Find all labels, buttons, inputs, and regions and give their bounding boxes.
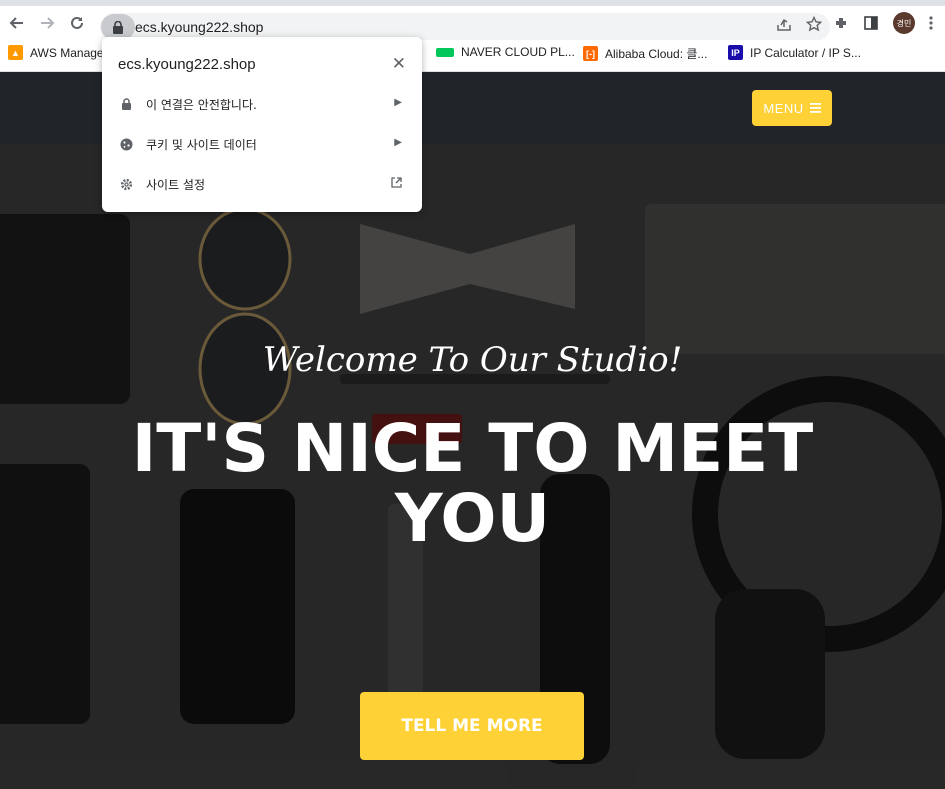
profile-avatar[interactable]: 경민	[893, 12, 915, 34]
kebab-menu-icon[interactable]	[929, 15, 933, 31]
reload-button[interactable]	[62, 8, 92, 38]
tell-me-more-button[interactable]: TELL ME MORE	[360, 692, 584, 760]
bookmark-label: AWS Manage	[30, 45, 104, 60]
share-icon[interactable]	[776, 16, 792, 32]
cookies-label: 쿠키 및 사이트 데이터	[146, 137, 257, 152]
external-link-icon	[391, 177, 402, 191]
connection-secure-row[interactable]: 이 연결은 안전합니다. ▶	[102, 84, 422, 124]
chevron-right-icon: ▶	[394, 97, 402, 108]
chevron-right-icon: ▶	[394, 137, 402, 148]
menu-button[interactable]: MENU	[752, 90, 832, 126]
popup-title: ecs.kyoung222.shop	[118, 56, 256, 73]
hero-subheading: Welcome To Our Studio!	[262, 340, 683, 380]
bookmark-label: NAVER CLOUD PL...	[461, 45, 575, 59]
browser-toolbar: ecs.kyoung222.shop 경민	[0, 0, 945, 41]
bookmark-naver-cloud[interactable]: NAVER CLOUD PL...	[436, 45, 575, 59]
hero-section: Welcome To Our Studio! IT'S NICE TO MEET…	[0, 144, 945, 789]
lock-icon	[119, 97, 133, 111]
hamburger-icon	[809, 103, 821, 113]
aws-icon: ▲	[8, 45, 23, 60]
extensions-icon[interactable]	[833, 15, 849, 31]
back-button[interactable]	[2, 8, 32, 38]
site-settings-row[interactable]: 사이트 설정	[102, 164, 422, 204]
site-info-popup: ecs.kyoung222.shop ✕ 이 연결은 안전합니다. ▶ 쿠키 및…	[102, 37, 422, 212]
close-icon[interactable]: ✕	[392, 54, 406, 74]
lock-icon	[113, 20, 123, 34]
bookmark-aws[interactable]: ▲ AWS Manage	[8, 45, 104, 60]
alibaba-cloud-icon: [-]	[583, 46, 598, 61]
bookmark-star-icon[interactable]	[806, 16, 822, 32]
cookie-icon	[119, 137, 133, 151]
cookies-row[interactable]: 쿠키 및 사이트 데이터 ▶	[102, 124, 422, 164]
bookmark-label: IP Calculator / IP S...	[750, 45, 861, 60]
naver-cloud-icon	[436, 47, 454, 57]
reload-icon	[71, 16, 83, 29]
forward-button[interactable]	[32, 8, 62, 38]
menu-label: MENU	[763, 100, 804, 116]
bookmark-alibaba-cloud[interactable]: [-] Alibaba Cloud: 클...	[583, 45, 707, 62]
bookmark-label: Alibaba Cloud: 클...	[605, 47, 708, 61]
hero-heading: IT'S NICE TO MEET YOU	[131, 410, 814, 557]
side-panel-icon[interactable]	[863, 15, 879, 31]
back-arrow-icon	[9, 17, 23, 29]
url-text[interactable]: ecs.kyoung222.shop	[135, 19, 263, 35]
connection-secure-label: 이 연결은 안전합니다.	[146, 97, 257, 112]
site-settings-label: 사이트 설정	[146, 177, 206, 192]
ip-calculator-icon: IP	[728, 45, 743, 60]
bookmark-ip-calculator[interactable]: IP IP Calculator / IP S...	[728, 45, 861, 60]
forward-arrow-icon	[41, 17, 55, 29]
gear-icon	[119, 177, 133, 191]
